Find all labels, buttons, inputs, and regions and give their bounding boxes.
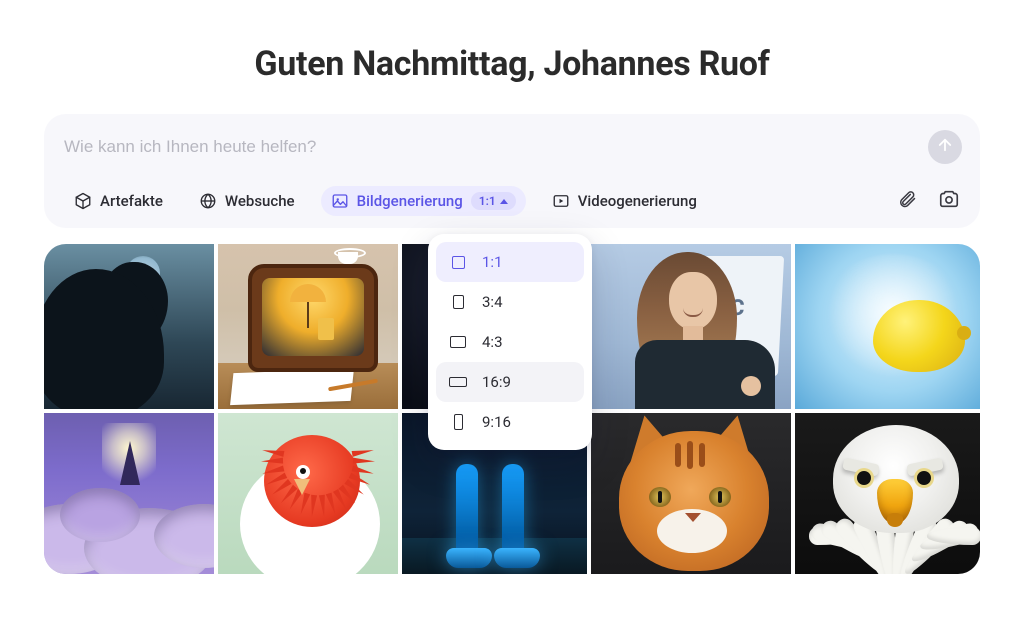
tool-artifacts[interactable]: Artefakte (64, 186, 173, 216)
paperclip-icon (897, 189, 917, 213)
aspect-ratio-option-label: 16:9 (482, 373, 511, 391)
gallery-tile[interactable] (795, 413, 980, 574)
tool-websearch[interactable]: Websuche (189, 186, 305, 216)
ratio-1-1-icon (448, 252, 468, 272)
gallery-tile[interactable] (795, 244, 980, 409)
gallery-tile[interactable] (44, 413, 214, 574)
aspect-ratio-option-9-16[interactable]: 9:16 (436, 402, 584, 442)
video-play-icon (552, 192, 570, 210)
gallery-tile[interactable] (591, 244, 791, 409)
tool-video-generation-label: Videogenerierung (578, 192, 697, 210)
tool-artifacts-label: Artefakte (100, 192, 163, 210)
tool-row: Artefakte Websuche Bildgenerierung 1:1 (64, 186, 962, 216)
tool-image-generation[interactable]: Bildgenerierung 1:1 (321, 186, 526, 216)
ratio-9-16-icon (448, 412, 468, 432)
gallery-tile[interactable] (218, 413, 398, 574)
aspect-ratio-option-label: 9:16 (482, 413, 511, 431)
tool-websearch-label: Websuche (225, 192, 295, 210)
prompt-input[interactable] (64, 137, 928, 157)
globe-icon (199, 192, 217, 210)
tool-video-generation[interactable]: Videogenerierung (542, 186, 707, 216)
aspect-ratio-option-1-1[interactable]: 1:1 (436, 242, 584, 282)
camera-icon (938, 188, 960, 214)
gallery-tile[interactable] (44, 244, 214, 409)
aspect-ratio-dropdown: 1:1 3:4 4:3 16:9 9:16 (428, 234, 592, 450)
prompt-container: Artefakte Websuche Bildgenerierung 1:1 (44, 114, 980, 228)
tool-image-generation-label: Bildgenerierung (357, 192, 463, 210)
cube-icon (74, 192, 92, 210)
aspect-ratio-option-label: 1:1 (482, 253, 503, 271)
aspect-ratio-option-16-9[interactable]: 16:9 (436, 362, 584, 402)
image-icon (331, 192, 349, 210)
aspect-ratio-option-label: 4:3 (482, 333, 503, 351)
attach-button[interactable] (894, 188, 920, 214)
aspect-ratio-option-3-4[interactable]: 3:4 (436, 282, 584, 322)
caret-up-icon (500, 199, 508, 204)
ratio-3-4-icon (448, 292, 468, 312)
ratio-16-9-icon (448, 372, 468, 392)
aspect-ratio-option-4-3[interactable]: 4:3 (436, 322, 584, 362)
gallery-tile[interactable] (591, 413, 791, 574)
aspect-ratio-badge[interactable]: 1:1 (471, 192, 516, 210)
aspect-ratio-option-label: 3:4 (482, 293, 503, 311)
ratio-4-3-icon (448, 332, 468, 352)
arrow-up-icon (936, 136, 954, 158)
aspect-ratio-badge-label: 1:1 (479, 194, 496, 208)
send-button[interactable] (928, 130, 962, 164)
gallery-tile[interactable] (218, 244, 398, 409)
greeting-heading: Guten Nachmittag, Johannes Ruof (0, 44, 1024, 84)
camera-button[interactable] (936, 188, 962, 214)
